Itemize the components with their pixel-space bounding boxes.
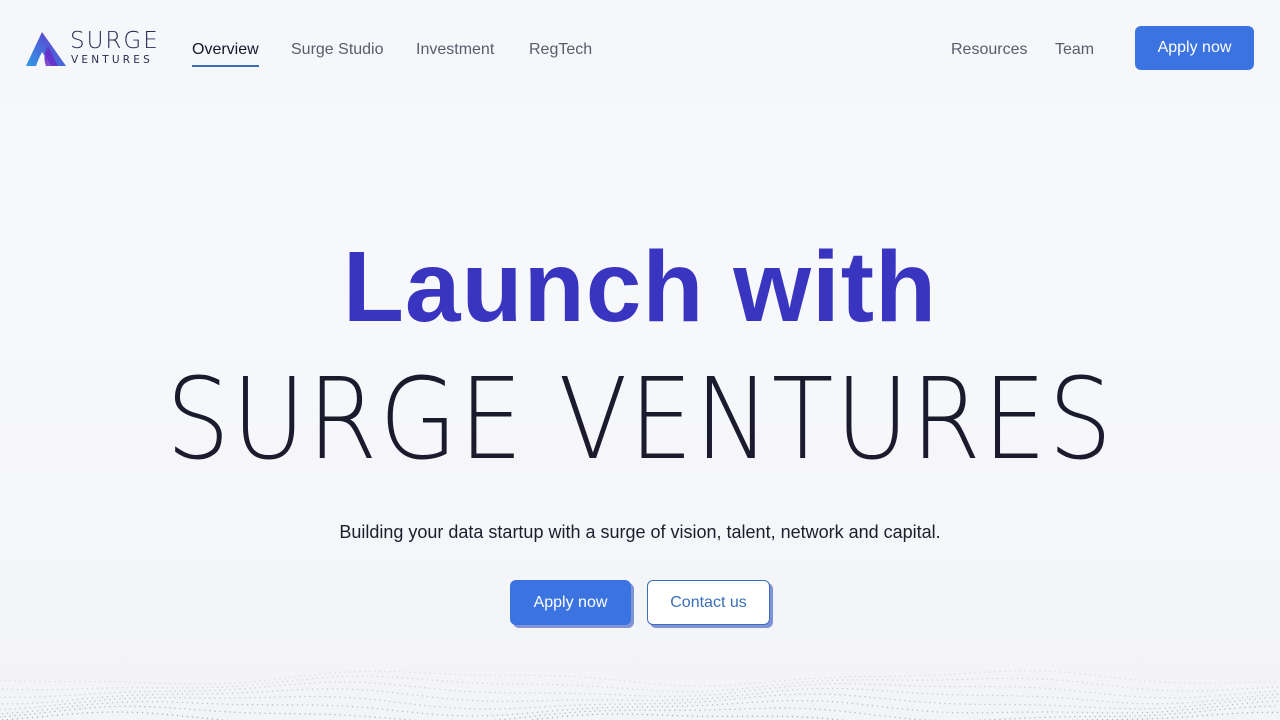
- brand-subname: VENTURES: [71, 54, 153, 66]
- dotted-wave-decoration: [0, 670, 1279, 720]
- hero-apply-button[interactable]: Apply now: [510, 580, 631, 625]
- nav-active-indicator: [192, 65, 259, 67]
- nav-overview-label: Overview: [192, 41, 259, 58]
- nav-surge-studio[interactable]: Surge Studio: [291, 40, 384, 60]
- brand-name: SURGE: [70, 28, 160, 54]
- hero-contact-button[interactable]: Contact us: [647, 580, 770, 625]
- hero-title-line1: Launch with: [342, 231, 938, 343]
- nav-team[interactable]: Team: [1055, 40, 1094, 60]
- brand-logo[interactable]: SURGE VENTURES: [24, 28, 158, 68]
- header-apply-button[interactable]: Apply now: [1135, 26, 1254, 70]
- hero-subtitle: Building your data startup with a surge …: [339, 522, 941, 542]
- logo-mark-icon: [26, 32, 66, 66]
- nav-regtech[interactable]: RegTech: [529, 40, 592, 60]
- site-header: SURGE VENTURES Overview Surge Studio Inv…: [0, 0, 1280, 100]
- nav-resources[interactable]: Resources: [951, 40, 1027, 60]
- hero-title-line2: SURGE VENTURES: [166, 355, 1114, 485]
- nav-overview[interactable]: Overview: [192, 40, 259, 67]
- nav-investment[interactable]: Investment: [416, 40, 494, 60]
